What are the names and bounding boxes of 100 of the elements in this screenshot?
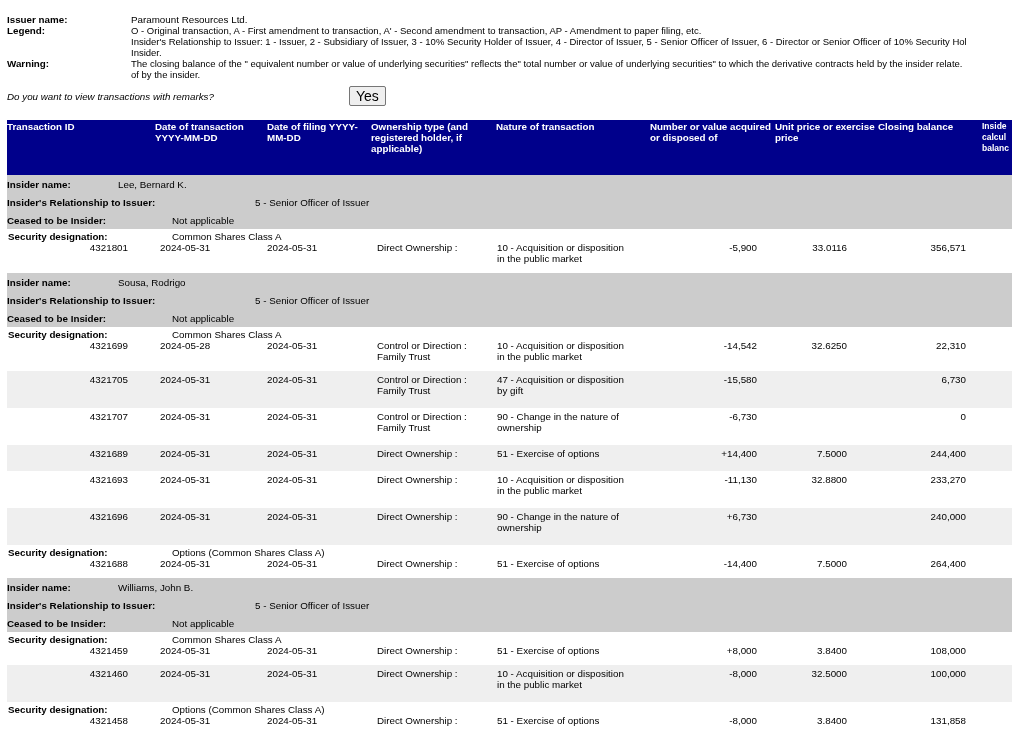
table-cell-text: Direct Ownership : <box>376 558 459 569</box>
table-cell-text: 10 - Acquisition or disposition in the public market <box>496 340 625 362</box>
table-cell-text: 2024-05-31 <box>267 558 319 569</box>
ceased-value: Not applicable <box>172 214 235 226</box>
table-cell-text: 2024-05-31 <box>159 511 212 524</box>
insider-name: Lee, Bernard K. <box>118 178 187 190</box>
table-cell-text: 131,858 <box>929 715 967 726</box>
table-cell-text: 2024-05-31 <box>159 474 212 487</box>
table-cell-text: 4321801 <box>88 242 129 255</box>
table-cell-text: Direct Ownership : <box>376 511 459 524</box>
table-cell-text: -11,130 <box>723 474 758 487</box>
table-cell-text: 22,310 <box>935 340 967 353</box>
legend-text: O - Original transaction, A - First amendment to transaction, A' - Second amendment to transaction, AP - Amendment to paper filing, etc. <box>131 25 702 36</box>
table-cell-text: +8,000 <box>725 645 758 656</box>
remarks-question: Do you want to view transactions with remarks? <box>7 91 215 102</box>
column-header: Transaction ID <box>7 121 76 134</box>
insider-name: Sousa, Rodrigo <box>118 276 186 288</box>
table-cell-text: 10 - Acquisition or disposition in the public market <box>496 242 625 264</box>
table-cell-text: +14,400 <box>720 448 758 459</box>
table-cell-text: 2024-05-31 <box>267 474 319 487</box>
table-cell-text: +6,730 <box>725 511 758 524</box>
column-header: Number or value acquired or disposed of <box>650 121 772 145</box>
field-label: Ceased to be Insider: <box>7 214 108 226</box>
table-cell-text: 2024-05-31 <box>267 340 319 353</box>
table-cell-text: Control or Direction : Family Trust <box>376 340 468 362</box>
legend-text: Insider's Relationship to Issuer: 1 - Issuer, 2 - Subsidiary of Issuer, 3 - 10% Security Holder of Issuer, 4 - Director of Issuer, 5 - Senior Officer of Issuer, 6 - Director or Senior Officer of 10% Security Hol <box>131 36 967 47</box>
table-cell-text: 51 - Exercise of options <box>496 645 601 656</box>
table-cell-text: 51 - Exercise of options <box>496 558 601 569</box>
table-cell-text: -5,900 <box>728 242 758 255</box>
table-cell-text: 2024-05-31 <box>267 448 319 459</box>
relationship-value: 5 - Senior Officer of Issuer <box>255 599 370 611</box>
column-header: Nature of transaction <box>496 121 596 134</box>
column-header: Inside calcul balanc <box>982 121 1010 155</box>
table-cell-text: Direct Ownership : <box>376 448 459 459</box>
table-cell-text: 100,000 <box>929 668 967 681</box>
table-cell-text: 2024-05-31 <box>159 558 212 569</box>
table-cell-text: 51 - Exercise of options <box>496 715 601 726</box>
table-cell-text: 2024-05-31 <box>267 715 319 726</box>
security-designation: Common Shares Class A <box>172 329 282 340</box>
column-header: Date of filing YYYY-MM-DD <box>267 121 359 145</box>
yes-button[interactable]: Yes <box>349 86 386 106</box>
field-label: Security designation: <box>7 634 109 645</box>
table-cell-text: 4321689 <box>88 448 129 459</box>
field-label: Legend: <box>7 25 47 38</box>
table-cell-text: 264,400 <box>929 558 967 569</box>
table-cell: 32.5000 <box>811 668 847 679</box>
table-cell-text: Direct Ownership : <box>376 474 459 487</box>
table-cell-text: Direct Ownership : <box>376 715 459 726</box>
table-cell-text: 233,270 <box>929 474 967 487</box>
field-label: Insider's Relationship to Issuer: <box>7 196 157 208</box>
table-cell-text: Direct Ownership : <box>376 668 459 681</box>
table-cell-text: 2024-05-28 <box>159 340 212 353</box>
table-cell-text: 4321705 <box>88 374 129 387</box>
table-cell-text: 2024-05-31 <box>159 645 212 656</box>
ceased-value: Not applicable <box>172 312 235 324</box>
field-label: Ceased to be Insider: <box>7 617 108 629</box>
table-cell: 3.8400 <box>817 715 847 726</box>
ceased-value: Not applicable <box>172 617 235 629</box>
table-cell-text: 2024-05-31 <box>267 668 319 681</box>
table-cell-text: -14,542 <box>722 340 758 353</box>
table-cell-text: 90 - Change in the nature of ownership <box>496 411 620 433</box>
table-cell-text: 356,571 <box>929 242 967 255</box>
field-label: Security designation: <box>7 231 109 242</box>
field-label: Insider name: <box>7 276 72 288</box>
table-cell-text: 0 <box>959 411 967 424</box>
table-cell-text: Control or Direction : Family Trust <box>376 411 468 433</box>
table-cell-text: 51 - Exercise of options <box>496 448 601 459</box>
table-cell-text: 10 - Acquisition or disposition in the public market <box>496 474 625 496</box>
column-header: Date of transaction YYYY-MM-DD <box>155 121 245 145</box>
relationship-value: 5 - Senior Officer of Issuer <box>255 196 370 208</box>
table-cell-text: -8,000 <box>728 668 758 681</box>
table-cell: 3.8400 <box>817 645 847 656</box>
table-cell-text: 4321696 <box>88 511 129 524</box>
table-cell: 7.5000 <box>817 558 847 569</box>
table-cell-text: 2024-05-31 <box>267 645 319 656</box>
column-header: Closing balance <box>878 121 955 134</box>
field-label: Security designation: <box>7 547 109 558</box>
security-designation: Options (Common Shares Class A) <box>172 547 325 558</box>
table-cell-text: -14,400 <box>722 558 758 569</box>
security-designation: Options (Common Shares Class A) <box>172 704 325 715</box>
table-cell-text: -8,000 <box>728 715 758 726</box>
table-cell-text: 240,000 <box>929 511 967 524</box>
field-label: Warning: <box>7 58 51 71</box>
table-cell-text: -6,730 <box>728 411 758 424</box>
table-cell-text: -15,580 <box>722 374 758 387</box>
warning-text: of by the insider. <box>131 69 201 80</box>
field-label: Issuer name: <box>7 14 69 25</box>
table-cell-text: 4321460 <box>88 668 129 681</box>
field-label: Security designation: <box>7 329 109 340</box>
legend-text: Insider. <box>131 47 162 58</box>
table-cell-text: 2024-05-31 <box>267 374 319 387</box>
table-cell-text: 2024-05-31 <box>267 511 319 524</box>
table-cell-text: 2024-05-31 <box>159 668 212 681</box>
table-cell-text: 2024-05-31 <box>159 715 212 726</box>
table-cell-text: 4321699 <box>88 340 129 353</box>
table-cell-text: 6,730 <box>940 374 967 387</box>
table-cell-text: 10 - Acquisition or disposition in the public market <box>496 668 625 690</box>
table-cell-text: 4321458 <box>88 715 129 726</box>
table-cell: 32.8800 <box>811 474 847 485</box>
security-designation: Common Shares Class A <box>172 231 282 242</box>
